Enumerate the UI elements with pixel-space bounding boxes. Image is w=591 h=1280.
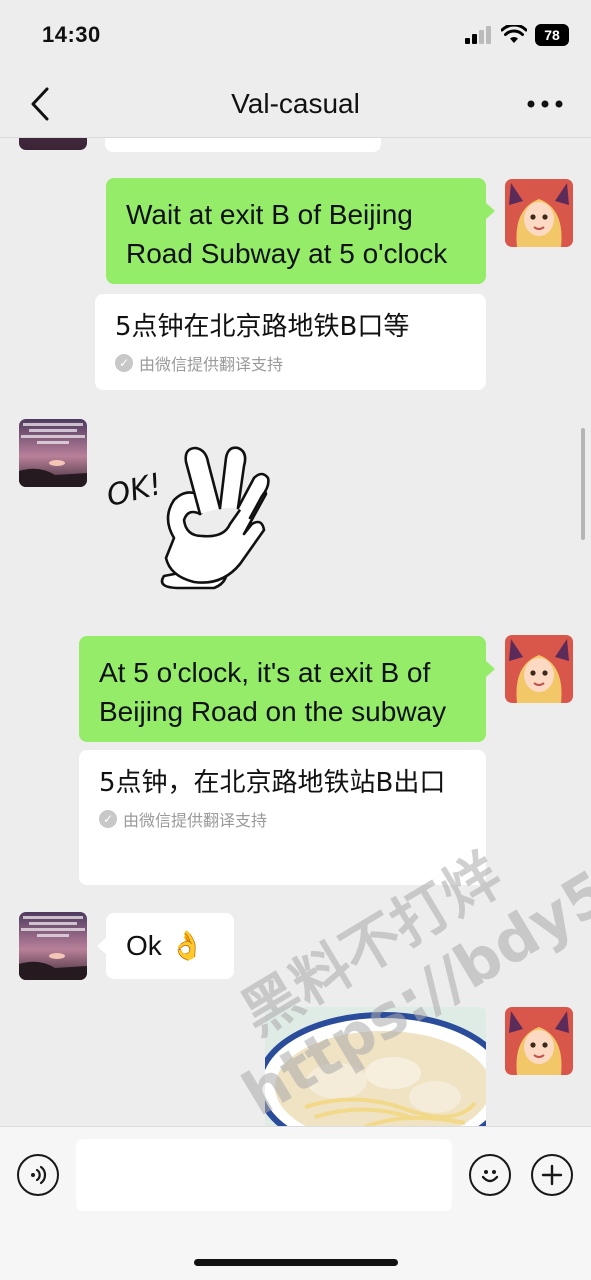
check-icon: ✓ (99, 810, 117, 828)
noodle-photo (265, 1007, 486, 1128)
avatar-contact[interactable] (19, 912, 87, 980)
translation-text: 5点钟，在北京路地铁站B出口 (99, 768, 446, 798)
more-functions-button[interactable] (531, 1154, 573, 1196)
chevron-left-icon (31, 87, 49, 121)
check-icon: ✓ (115, 354, 133, 372)
translation-note: ✓ 由微信提供翻译支持 (115, 351, 466, 375)
status-icons: 78 (465, 24, 569, 46)
avatar-contact[interactable] (19, 419, 87, 487)
scrollbar[interactable] (581, 428, 585, 540)
avatar-image (505, 179, 573, 247)
message-bubble-partial[interactable] (105, 138, 381, 152)
ok-hand-sticker: OK! (103, 446, 270, 590)
emoji-icon (481, 1170, 499, 1183)
voice-icon (31, 1165, 47, 1185)
ellipsis-icon (527, 100, 563, 108)
translation-text: 5点钟在北京路地铁B口等 (115, 312, 410, 342)
home-indicator (194, 1259, 398, 1266)
translation-card[interactable]: 5点钟，在北京路地铁站B出口 ✓ 由微信提供翻译支持 (79, 750, 486, 885)
status-time: 14:30 (42, 22, 101, 47)
back-button[interactable] (20, 84, 60, 124)
message-bubble-sent[interactable]: At 5 o'clock, it's at exit B of Beijing … (79, 636, 495, 742)
more-options-button[interactable] (525, 90, 565, 118)
message-bubble-received[interactable]: Ok 👌 (97, 913, 234, 979)
message-text: At 5 o'clock, it's at exit B of Beijing … (99, 657, 447, 727)
voice-input-button[interactable] (17, 1154, 59, 1196)
avatar-image (505, 1007, 573, 1075)
ok-sticker[interactable]: OK! (103, 438, 274, 598)
image-message[interactable] (265, 1007, 486, 1128)
avatar-self[interactable] (505, 635, 573, 703)
wifi-icon (501, 25, 527, 43)
avatar-contact-partial[interactable] (19, 138, 87, 150)
message-text: Wait at exit B of Beijing Road Subway at… (126, 199, 448, 269)
signal-icon (465, 26, 491, 44)
avatar-self[interactable] (505, 179, 573, 247)
chat-header: Val-casual (0, 70, 591, 138)
avatar-self[interactable] (505, 1007, 573, 1075)
avatar-image (505, 635, 573, 703)
plus-icon (541, 1164, 563, 1186)
translation-note-text: 由微信提供翻译支持 (139, 357, 284, 374)
message-bubble-sent[interactable]: Wait at exit B of Beijing Road Subway at… (106, 178, 495, 284)
input-bar (0, 1126, 591, 1280)
avatar-image (19, 912, 87, 980)
sticker-text: OK! (104, 467, 165, 514)
emoji-button[interactable] (469, 1154, 511, 1196)
translation-card[interactable]: 5点钟在北京路地铁B口等 ✓ 由微信提供翻译支持 (95, 294, 486, 390)
status-bar: 14:30 78 (0, 0, 591, 70)
translation-note-text: 由微信提供翻译支持 (123, 813, 268, 830)
message-text: Ok 👌 (126, 930, 205, 961)
message-input[interactable] (76, 1139, 452, 1211)
chat-messages[interactable]: Wait at exit B of Beijing Road Subway at… (0, 138, 591, 1128)
chat-title: Val-casual (231, 87, 360, 119)
avatar-image (19, 419, 87, 487)
translation-note: ✓ 由微信提供翻译支持 (99, 807, 466, 831)
battery-indicator: 78 (535, 24, 569, 46)
